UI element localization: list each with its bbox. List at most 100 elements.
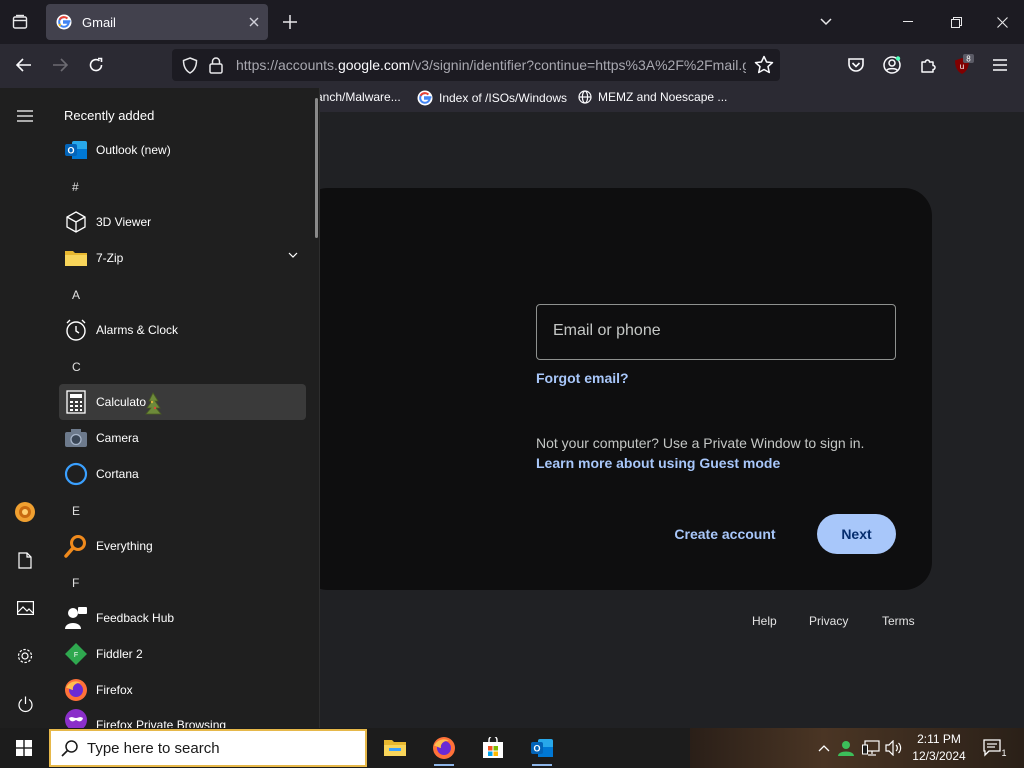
tab-close-button[interactable] (240, 8, 268, 36)
picture-icon (16, 601, 34, 615)
bookmark-label: anch/Malware... (316, 90, 401, 104)
window-close-button[interactable] (980, 4, 1024, 40)
next-button[interactable]: Next (817, 514, 896, 554)
email-or-phone-input[interactable]: Email or phone (536, 304, 896, 360)
green-user-icon (838, 741, 854, 756)
lock-icon[interactable] (206, 56, 226, 74)
app-label: Calculato (96, 395, 147, 409)
volume-button[interactable] (885, 738, 903, 758)
app-feedback-hub[interactable]: Feedback Hub (59, 600, 306, 636)
power-button[interactable] (13, 692, 37, 716)
app-camera[interactable]: Camera (59, 420, 306, 456)
minimize-button[interactable] (886, 4, 930, 40)
windows-logo-icon (16, 740, 32, 756)
firefox-view-button[interactable] (0, 4, 40, 40)
help-link[interactable]: Help (752, 614, 777, 628)
letter-header-e[interactable]: E (72, 504, 80, 518)
url-text[interactable]: https://accounts.google.com/v3/signin/id… (236, 57, 746, 73)
gear-icon (17, 648, 33, 664)
letter-header-f[interactable]: F (72, 576, 79, 590)
start-button[interactable] (0, 728, 48, 768)
notification-icon: 1 (983, 739, 1007, 758)
file-explorer-icon (384, 740, 406, 756)
letter-header-c[interactable]: C (72, 360, 81, 374)
app-label: Fiddler 2 (96, 647, 143, 661)
email-placeholder: Email or phone (553, 322, 661, 339)
app-alarms-clock[interactable]: Alarms & Clock (59, 312, 306, 348)
guest-mode-link[interactable]: Learn more about using Guest mode (536, 455, 780, 471)
minimize-icon (903, 21, 913, 22)
letter-header-a[interactable]: A (72, 288, 80, 302)
new-tab-button[interactable] (276, 6, 304, 38)
folder-icon (64, 246, 88, 270)
restore-icon (950, 16, 962, 28)
action-center-button[interactable]: 1 (982, 738, 1010, 758)
url-prefix: https://accounts. (236, 57, 338, 73)
account-button[interactable] (881, 54, 903, 76)
app-menu-button[interactable] (989, 54, 1011, 76)
show-hidden-icons-button[interactable] (815, 738, 833, 758)
calculator-icon (64, 390, 88, 414)
reload-button[interactable] (85, 54, 107, 76)
chevron-down-icon[interactable] (288, 252, 298, 258)
taskbar-firefox[interactable] (428, 732, 460, 766)
taskbar-search-box[interactable]: Type here to search (49, 729, 367, 767)
create-account-button[interactable]: Create account (662, 514, 788, 554)
address-bar[interactable]: https://accounts.google.com/v3/signin/id… (172, 49, 780, 81)
terms-link[interactable]: Terms (882, 614, 915, 628)
tab-gmail[interactable]: Gmail (46, 4, 268, 40)
back-button[interactable] (13, 54, 35, 76)
arrow-right-icon (53, 58, 68, 72)
restore-button[interactable] (934, 4, 978, 40)
settings-button[interactable] (13, 644, 37, 668)
desktop-screen: Gmail https://accounts.google.com/v3/sig… (0, 0, 1024, 768)
app-list-scrollbar[interactable] (315, 98, 318, 238)
network-button[interactable] (862, 738, 880, 758)
taskbar-clock[interactable]: 2:11 PM 12/3/2024 (908, 731, 970, 765)
feedback-person-icon (64, 606, 88, 630)
bookmark-star-icon[interactable] (754, 55, 774, 75)
app-label: 3D Viewer (96, 215, 152, 229)
pocket-button[interactable] (845, 54, 867, 76)
network-icon (862, 740, 880, 756)
app-label: Firefox Private Browsing (96, 718, 227, 728)
extensions-button[interactable] (917, 54, 939, 76)
taskbar: Type here to search O 2:11 PM 12/3/2024 (0, 728, 1024, 768)
start-menu: Recently added O Outlook (new) # 3D View… (0, 88, 320, 728)
tray-app-icon[interactable] (837, 738, 855, 758)
app-label: 7-Zip (96, 251, 124, 265)
app-3d-viewer[interactable]: 3D Viewer (59, 204, 306, 240)
taskbar-file-explorer[interactable] (379, 732, 411, 764)
tracking-protection-shield-icon[interactable] (180, 56, 200, 74)
user-account-button[interactable] (13, 500, 37, 524)
letter-header-hash[interactable]: # (72, 180, 79, 194)
app-cortana[interactable]: Cortana (59, 456, 306, 492)
ublock-extension-button[interactable]: u8 (952, 54, 974, 76)
close-icon (996, 16, 1008, 28)
privacy-link[interactable]: Privacy (809, 614, 848, 628)
taskbar-outlook[interactable]: O (526, 732, 558, 766)
app-label: Firefox (96, 683, 133, 697)
app-calculator[interactable]: Calculato (59, 384, 306, 420)
bookmark-item[interactable]: Index of /ISOs/Windows (417, 90, 567, 106)
app-7zip-folder[interactable]: 7-Zip (59, 240, 306, 276)
store-bag-icon (483, 737, 503, 758)
list-all-tabs-button[interactable] (812, 6, 840, 38)
forgot-email-link[interactable]: Forgot email? (536, 370, 629, 386)
documents-button[interactable] (13, 548, 37, 572)
taskbar-microsoft-store[interactable] (477, 732, 509, 764)
expand-menu-button[interactable] (13, 104, 37, 128)
app-firefox[interactable]: Firefox (59, 672, 306, 708)
user-avatar-icon (15, 502, 35, 522)
bookmark-item[interactable]: MEMZ and Noescape ... (578, 90, 727, 104)
app-fiddler[interactable]: F Fiddler 2 (59, 636, 306, 672)
app-outlook-new[interactable]: O Outlook (new) (59, 132, 306, 168)
power-icon (17, 696, 33, 712)
bookmark-item[interactable]: anch/Malware... (316, 90, 401, 104)
app-firefox-private[interactable]: Firefox Private Browsing (59, 708, 306, 728)
alarm-clock-icon (64, 318, 88, 342)
app-everything[interactable]: Everything (59, 528, 306, 564)
browser-tab-bar: Gmail (0, 0, 1024, 44)
pictures-button[interactable] (13, 596, 37, 620)
forward-button[interactable] (49, 54, 71, 76)
